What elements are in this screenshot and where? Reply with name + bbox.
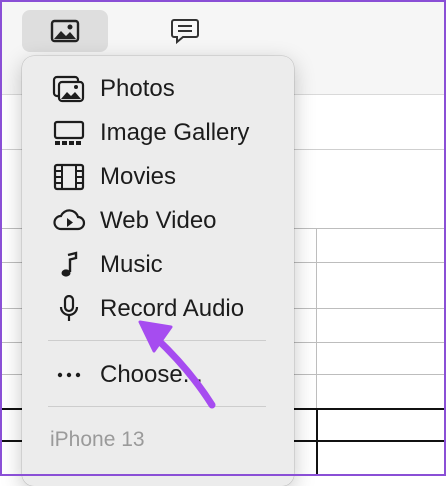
menu-item-record-audio[interactable]: Record Audio [22, 289, 294, 329]
media-button[interactable] [22, 10, 108, 52]
table-col-line [316, 408, 318, 474]
photo-icon [50, 19, 80, 43]
menu-item-web-video[interactable]: Web Video [22, 201, 294, 241]
music-note-icon [52, 250, 86, 280]
menu-item-label: Movies [100, 163, 177, 190]
menu-item-photos[interactable]: Photos [22, 69, 294, 109]
menu-item-label: Record Audio [100, 295, 245, 322]
cloud-play-icon [52, 206, 86, 236]
menu-item-movies[interactable]: Movies [22, 157, 294, 197]
menu-item-music[interactable]: Music [22, 245, 294, 285]
menu-separator [48, 406, 266, 407]
image-gallery-icon [52, 118, 86, 148]
comment-icon [171, 19, 199, 45]
menu-item-label: Photos [100, 75, 175, 102]
microphone-icon [52, 294, 86, 324]
device-section-header: iPhone 13 [50, 428, 145, 451]
menu-item-label: Web Video [100, 207, 217, 234]
menu-item-choose[interactable]: Choose... [22, 355, 294, 395]
menu-separator [48, 340, 266, 341]
menu-item-label: Choose... [100, 361, 203, 388]
menu-item-label: Image Gallery [100, 119, 250, 146]
photos-icon [52, 74, 86, 104]
comment-button[interactable] [142, 10, 228, 52]
insert-media-menu: Photos Image Gallery Movies Web Video Mu… [22, 56, 294, 486]
menu-item-label: Music [100, 251, 163, 278]
film-icon [52, 162, 86, 192]
menu-item-image-gallery[interactable]: Image Gallery [22, 113, 294, 153]
ellipsis-icon [52, 360, 86, 390]
